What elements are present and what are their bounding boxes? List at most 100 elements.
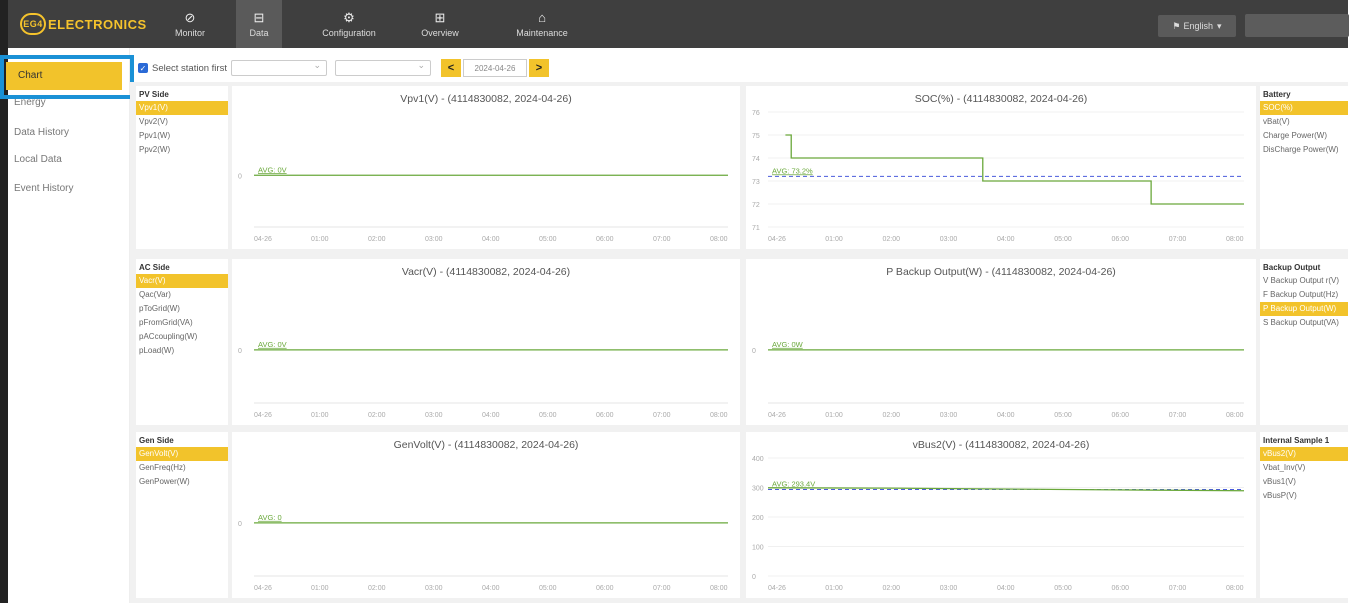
sidebar-item-local-data[interactable]: Local Data: [14, 154, 62, 165]
x-tick-label: 04:00: [997, 585, 1015, 592]
x-tick-label: 01:00: [825, 412, 843, 419]
legend-item[interactable]: GenPower(W): [136, 475, 228, 489]
avg-label: AVG: 0V: [258, 165, 287, 174]
nav-overview[interactable]: ⊞ Overview: [418, 0, 462, 48]
legend-item[interactable]: pLoad(W): [136, 344, 228, 358]
chart-svg: SOC(%) - (4114830082, 2024-04-26) 71 72 73 7…: [752, 93, 1244, 243]
legend-title: Battery: [1263, 90, 1291, 99]
x-tick-label: 03:00: [425, 236, 443, 243]
x-tick-label: 03:00: [940, 585, 958, 592]
nav-configuration[interactable]: ⚙ Configuration: [314, 0, 384, 48]
chart-svg: Vacr(V) - (4114830082, 2024-04-26) 0 04-26…: [238, 266, 728, 419]
x-tick-label: 05:00: [1054, 236, 1072, 243]
legend-item[interactable]: P Backup Output(W): [1260, 302, 1348, 316]
y-tick-label: 0: [752, 348, 756, 355]
y-tick-label: 76: [752, 110, 760, 117]
x-tick-label: 02:00: [883, 412, 901, 419]
x-tick-label: 08:00: [710, 412, 728, 419]
legend-item[interactable]: pACcoupling(W): [136, 330, 228, 344]
legend-internal-sample: Internal Sample 1 vBus2(V) Vbat_Inv(V) vBus…: [1260, 432, 1348, 598]
x-tick-label: 07:00: [653, 236, 671, 243]
legend-title: AC Side: [139, 263, 170, 272]
legend-title: Internal Sample 1: [1263, 436, 1330, 445]
y-tick-label: 300: [752, 486, 764, 493]
nav-maintenance[interactable]: ⌂ Maintenance: [508, 0, 576, 48]
x-tick-label: 04-26: [768, 236, 786, 243]
legend-item[interactable]: Vpv1(V): [136, 101, 228, 115]
legend-item[interactable]: vBat(V): [1260, 115, 1348, 129]
x-tick-label: 06:00: [596, 236, 614, 243]
nav-label: Monitor: [174, 27, 205, 38]
legend-item[interactable]: vBus2(V): [1260, 447, 1348, 461]
legend-item[interactable]: SOC(%): [1260, 101, 1348, 115]
select-station-checkbox[interactable]: ✓: [138, 63, 148, 73]
legend-item[interactable]: DisCharge Power(W): [1260, 143, 1348, 157]
y-tick-label: 72: [752, 202, 760, 209]
x-tick-label: 05:00: [539, 412, 557, 419]
top-nav-bar: EG4 ELECTRONICS ⊘ Monitor ⊟ Data ⚙ Confi…: [8, 0, 1349, 48]
chart-title: SOC(%) - (4114830082, 2024-04-26): [915, 93, 1088, 105]
nav-data[interactable]: ⊟ Data: [236, 0, 282, 48]
y-tick-label: 73: [752, 179, 760, 186]
x-tick-label: 08:00: [1226, 236, 1244, 243]
legend-battery: Battery SOC(%) vBat(V) Charge Power(W) DisCh…: [1260, 86, 1348, 249]
date-input[interactable]: 2024-04-26: [462, 59, 527, 77]
x-tick-label: 07:00: [1169, 585, 1187, 592]
y-tick-label: 100: [752, 545, 764, 552]
legend-item[interactable]: Vbat_Inv(V): [1260, 461, 1348, 475]
y-tick-label: 75: [752, 133, 760, 140]
x-tick-label: 05:00: [539, 585, 557, 592]
x-tick-label: 04:00: [482, 236, 500, 243]
legend-item[interactable]: Vpv2(V): [136, 115, 228, 129]
x-tick-label: 06:00: [1112, 585, 1130, 592]
y-tick-label: 74: [752, 156, 760, 163]
sidebar-item-data-history[interactable]: Data History: [14, 127, 69, 138]
legend-item[interactable]: Vacr(V): [136, 274, 228, 288]
x-tick-label: 07:00: [1169, 412, 1187, 419]
next-date-button[interactable]: >: [528, 59, 549, 77]
avg-label: AVG: 73.2%: [772, 166, 813, 175]
legend-item[interactable]: Charge Power(W): [1260, 129, 1348, 143]
legend-item[interactable]: Ppv2(W): [136, 143, 228, 157]
device-select[interactable]: [334, 60, 431, 76]
legend-item[interactable]: GenFreq(Hz): [136, 461, 228, 475]
chart-title: GenVolt(V) - (4114830082, 2024-04-26): [394, 439, 579, 451]
y-tick-label: 0: [238, 173, 242, 180]
nav-label: Maintenance: [516, 27, 568, 38]
legend-item[interactable]: vBus1(V): [1260, 475, 1348, 489]
legend-title: Gen Side: [139, 436, 174, 445]
sidebar-item-event-history[interactable]: Event History: [14, 183, 73, 194]
x-tick-label: 01:00: [825, 236, 843, 243]
legend-item[interactable]: Qac(Var): [136, 288, 228, 302]
x-tick-label: 05:00: [539, 236, 557, 243]
x-tick-label: 05:00: [1054, 412, 1072, 419]
legend-item[interactable]: pToGrid(W): [136, 302, 228, 316]
nav-monitor[interactable]: ⊘ Monitor: [168, 0, 212, 48]
legend-item[interactable]: vBusP(V): [1260, 489, 1348, 503]
x-tick-label: 04:00: [997, 412, 1015, 419]
language-dropdown[interactable]: ⚑ English ▾: [1158, 15, 1236, 37]
top-search-input[interactable]: [1245, 14, 1349, 37]
gear-icon: ⚙: [343, 9, 355, 25]
station-select[interactable]: [230, 60, 327, 76]
prev-date-button[interactable]: <: [440, 59, 461, 77]
x-tick-label: 02:00: [883, 585, 901, 592]
data-icon: ⊟: [253, 9, 265, 25]
legend-item[interactable]: S Backup Output(VA): [1260, 316, 1348, 330]
chart-p-backup-output: P Backup Output(W) - (4114830082, 2024-0…: [746, 259, 1256, 425]
legend-item[interactable]: V Backup Output r(V): [1260, 274, 1348, 288]
legend-item[interactable]: GenVolt(V): [136, 447, 228, 461]
legend-item[interactable]: pFromGrid(VA): [136, 316, 228, 330]
x-tick-label: 08:00: [1226, 412, 1244, 419]
legend-item[interactable]: F Backup Output(Hz): [1260, 288, 1348, 302]
brand-name: ELECTRONICS: [48, 16, 147, 32]
brand-logo[interactable]: EG4 ELECTRONICS: [20, 12, 147, 36]
y-tick-label: 0: [238, 348, 242, 355]
x-tick-label: 01:00: [311, 412, 329, 419]
legend-item[interactable]: Ppv1(W): [136, 129, 228, 143]
x-tick-label: 04:00: [997, 236, 1015, 243]
x-tick-label: 06:00: [596, 585, 614, 592]
avg-label: AVG: 0W: [772, 340, 804, 349]
x-tick-label: 06:00: [596, 412, 614, 419]
x-tick-label: 04:00: [482, 585, 500, 592]
